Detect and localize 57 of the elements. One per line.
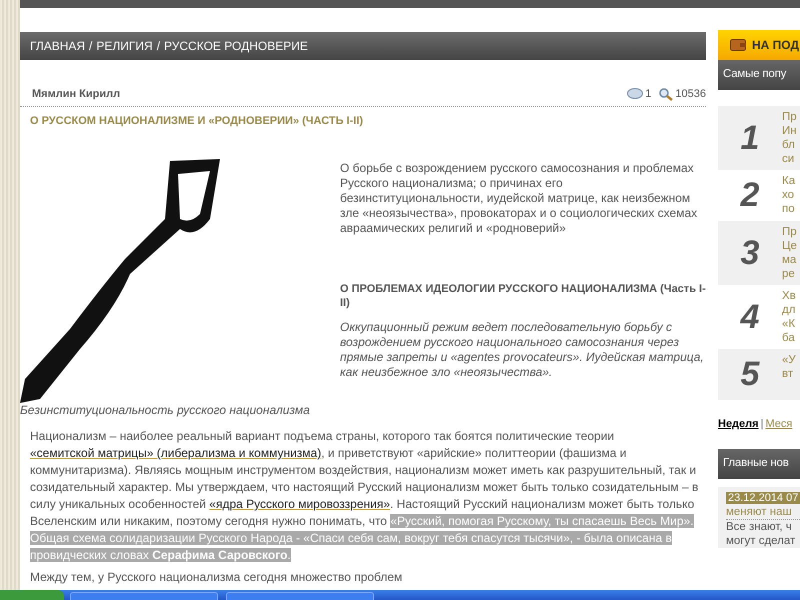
magnifier-icon	[659, 88, 674, 101]
popular-item[interactable]: 1 Пр Ин бл си	[718, 106, 800, 170]
breadcrumb-link[interactable]: ГЛАВНАЯ	[30, 37, 86, 55]
taskbar-button[interactable]	[226, 592, 374, 600]
breadcrumb-link[interactable]: РУССКОЕ РОДНОВЕРИЕ	[164, 37, 308, 55]
news-date: 23.12.2014 07	[726, 492, 800, 504]
rank-number: 2	[739, 175, 760, 216]
news-text: могут сделат	[726, 534, 796, 548]
section-heading: О ПРОБЛЕМАХ ИДЕОЛОГИИ РУССКОГО НАЦИОНАЛИЗМА (Часть I-II)	[339, 282, 706, 310]
article-link-text: ба	[782, 331, 796, 345]
article-link-text: дл	[782, 303, 796, 317]
article-link-text: «У	[782, 353, 796, 367]
section-header: Главные нов	[718, 448, 800, 478]
article-link-text: Пр	[782, 110, 797, 124]
comment-icon	[627, 88, 644, 100]
wallet-icon	[730, 39, 746, 51]
article-link-text: вт	[782, 367, 794, 381]
section-header: Самые попу	[718, 60, 800, 90]
comment-count: 1	[645, 87, 652, 102]
rank-number: 5	[740, 354, 761, 395]
rank-number: 1	[740, 118, 760, 158]
author-name: Мямлин Кирилл	[32, 87, 120, 102]
inline-link[interactable]: «ядра Русского мировоззрения»	[209, 497, 390, 511]
period-tab[interactable]: Неделя	[718, 416, 759, 432]
body-paragraph: Национализм – наиболее реальный вариант подъема страны, которого так боятся политические теории «семитской матрицы» (либерализма и коммунизма), и приветствуют «арийские» политтеории (фашизма и коммунитаризма). Являясь мощным инструментом воздействия, национализм может иметь как разрушительный, так и созидательный характер. Мы утверждаем, что настоящий Русский национализм может быть только созидательным – в силу уникальных особенностей «ядра Русского мировоззрения». Настоящий Русский национализм может быть только Вселенским или никаким, поэтому сегодня нужно понимать, что «Русский, помогая Русскому, ты спасаешь Весь Мир». Общая схема солидаризации Русского Народа - «Спаси себя сам, вокруг тебя спасутся тысячи», - была описана в провидческих словах Серафима Саровского.	[29, 428, 700, 564]
article-link-text: Ка	[782, 174, 796, 188]
rank-number: 3	[740, 232, 760, 274]
article-link-text: бл	[782, 138, 796, 152]
view-count: 10536	[675, 87, 706, 102]
article-link-text: Це	[782, 239, 797, 253]
article-link-text: по	[782, 202, 796, 216]
article-link-text: Ин	[782, 124, 797, 138]
quote-text: Оккупационный режим ведет последовательную борьбу с возрождением русского национального самосознания через прямые запреты и «agentes provocateurs». Иудейская матрица, как неизбежное зло «неоязычества».	[339, 320, 705, 380]
subscribe-banner[interactable]: НА ПОД	[718, 30, 800, 60]
article-link-text: ре	[782, 267, 796, 281]
article-link-text: Хв	[782, 289, 796, 303]
article-link-text: Пр	[782, 225, 797, 239]
article-intro: О борьбе с возрождением русского самосознания и проблемах Русского национализма; о причинах его безинституциональности, иудейской матрице, как неизбежном зле «неоязычества», провокаторах и о социологических схемах авраамических религий и «родноверий»	[339, 160, 698, 236]
popular-item[interactable]: 5 «У вт	[718, 349, 800, 400]
article-link-text: хо	[782, 188, 796, 202]
article-link-text: ма	[782, 253, 797, 267]
news-text: Все знают, ч	[726, 520, 793, 534]
popular-item[interactable]: 3 Пр Це ма ре	[718, 221, 800, 285]
separator: |	[760, 417, 764, 432]
breadcrumb-link[interactable]: РЕЛИГИЯ	[96, 37, 153, 55]
article-title: О РУССКОМ НАЦИОНАЛИЗМЕ И «РОДНОВЕРИИ» (ЧАСТЬ I-II)	[30, 114, 364, 128]
taskbar-button[interactable]	[70, 592, 218, 600]
inline-link[interactable]: «семитской матрицы» (либерализма и коммунизма)	[30, 446, 322, 460]
start-button[interactable]	[0, 590, 64, 600]
quote-text: Безинституциональность русского национализма	[20, 403, 311, 418]
article-link-text: си	[782, 152, 796, 166]
breadcrumb-separator: /	[89, 38, 92, 55]
paragraph-text: Между тем, у Русского национализма сегодня множество проблем	[29, 570, 404, 585]
banner-text: НА ПОД	[752, 37, 800, 54]
article-link-text: «К	[782, 317, 796, 331]
rank-number: 4	[739, 296, 760, 338]
breadcrumb-separator: /	[156, 38, 160, 55]
